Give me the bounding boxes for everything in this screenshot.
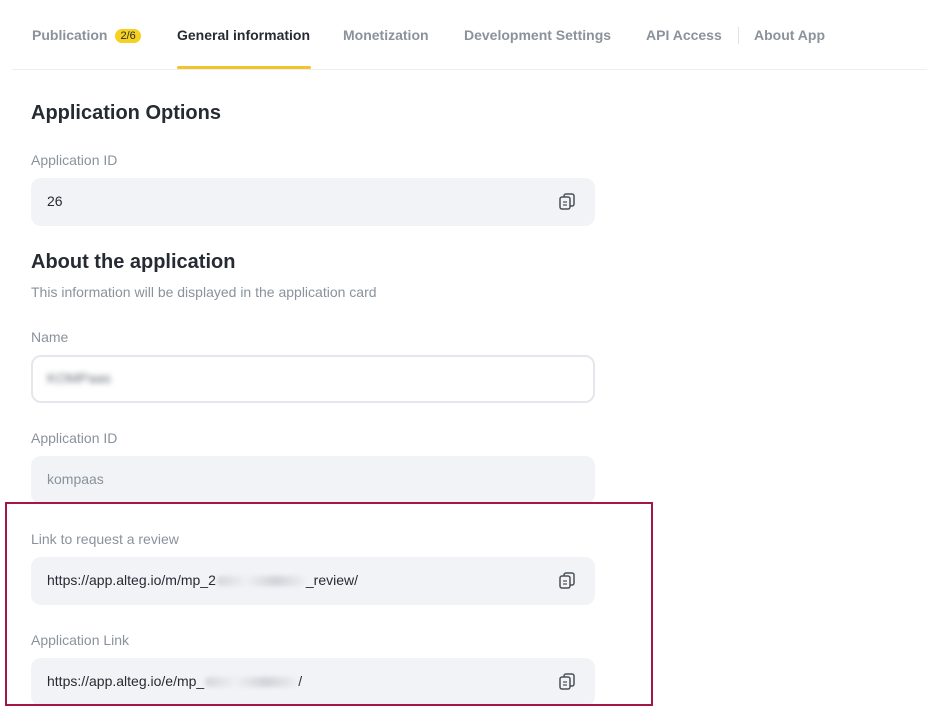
- name-input[interactable]: KOMPaas: [31, 355, 595, 403]
- application-options-heading: Application Options: [31, 102, 221, 124]
- tab-label: Development Settings: [464, 27, 612, 43]
- copy-icon[interactable]: [557, 192, 577, 212]
- tab-api-access[interactable]: API Access: [646, 27, 722, 43]
- review-link-prefix: https://app.alteg.io/m/mp_2: [47, 572, 216, 588]
- tab-label: API Access: [646, 27, 722, 43]
- application-id-value: 26: [47, 193, 63, 209]
- application-slug-placeholder: kompaas: [47, 471, 104, 487]
- application-link-field: https://app.alteg.io/e/mp_ /: [31, 658, 595, 706]
- application-link-suffix: /: [298, 673, 303, 689]
- tab-publication[interactable]: Publication 2/6: [32, 27, 141, 43]
- copy-icon[interactable]: [557, 672, 577, 692]
- application-link-prefix: https://app.alteg.io/e/mp_: [47, 673, 205, 689]
- application-link-value: https://app.alteg.io/e/mp_ /: [47, 673, 302, 689]
- tab-label: About App: [754, 27, 826, 43]
- tab-monetization[interactable]: Monetization: [343, 27, 429, 43]
- redacted-segment: [216, 576, 305, 587]
- tab-label: Publication: [32, 27, 108, 43]
- tab-label: General information: [177, 27, 311, 43]
- review-link-field: https://app.alteg.io/m/mp_2 _review/: [31, 557, 595, 605]
- review-link-suffix: _review/: [305, 572, 359, 588]
- application-id-label: Application ID: [31, 152, 118, 168]
- application-id-field: 26: [31, 178, 595, 226]
- copy-icon[interactable]: [557, 571, 577, 591]
- application-slug-field[interactable]: kompaas: [31, 456, 595, 504]
- name-label: Name: [31, 329, 69, 345]
- about-application-heading: About the application: [31, 251, 236, 273]
- tab-label: Monetization: [343, 27, 429, 43]
- name-value-redacted: KOMPaas: [47, 370, 111, 386]
- tab-development-settings[interactable]: Development Settings: [464, 27, 611, 43]
- publication-progress-badge: 2/6: [115, 29, 141, 43]
- application-id-label-2: Application ID: [31, 430, 118, 446]
- review-link-label: Link to request a review: [31, 531, 179, 547]
- name-value: KOMPaas: [47, 370, 111, 386]
- application-link-label: Application Link: [31, 632, 130, 648]
- tab-bar: Publication 2/6 General information Monet…: [12, 0, 927, 70]
- about-application-subtitle: This information will be displayed in th…: [31, 284, 377, 300]
- tab-about-app[interactable]: About App: [754, 27, 825, 43]
- tab-general-information[interactable]: General information: [177, 27, 310, 43]
- tab-divider: [738, 27, 739, 44]
- active-tab-indicator: [177, 66, 311, 69]
- redacted-segment: [205, 677, 298, 688]
- review-link-value: https://app.alteg.io/m/mp_2 _review/: [47, 572, 358, 588]
